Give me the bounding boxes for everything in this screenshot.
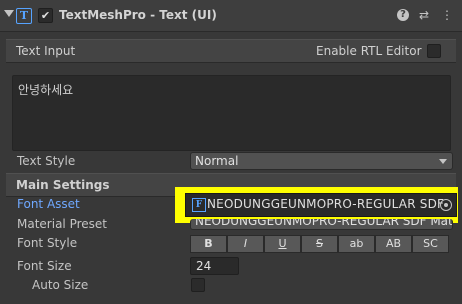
object-picker-icon[interactable] [440, 199, 452, 211]
text-input-section-title: Text Input [16, 44, 76, 58]
underline-button[interactable]: U [264, 235, 301, 253]
rtl-editor-label: Enable RTL Editor [316, 44, 422, 58]
presets-icon[interactable]: ⇄ [417, 8, 431, 22]
font-style-label: Font Style [17, 236, 78, 250]
auto-size-checkbox[interactable] [191, 278, 205, 292]
component-enabled-checkbox[interactable]: ✔ [38, 8, 53, 23]
text-style-value: Normal [195, 154, 239, 168]
uppercase-button[interactable]: AB [375, 235, 412, 253]
rtl-editor-checkbox[interactable] [427, 44, 441, 58]
font-asset-icon: F [192, 198, 206, 212]
context-menu-icon[interactable]: ⋮ [440, 8, 454, 22]
font-asset-label: Font Asset [17, 197, 80, 211]
component-header[interactable]: T ✔ TextMeshPro - Text (UI) ? ⇄ ⋮ [0, 0, 462, 32]
material-preset-label: Material Preset [17, 217, 107, 231]
auto-size-label: Auto Size [32, 278, 89, 292]
font-asset-value: NEODUNGGEUNMOPRO-REGULAR SDF [207, 197, 445, 211]
italic-button[interactable]: I [227, 235, 264, 253]
font-size-field[interactable]: 24 [190, 257, 239, 275]
text-style-dropdown[interactable]: Normal [190, 152, 453, 170]
font-asset-field[interactable]: F NEODUNGGEUNMOPRO-REGULAR SDF [185, 193, 457, 217]
text-input-area[interactable]: 안녕하세요 [12, 75, 451, 151]
font-size-value: 24 [196, 259, 212, 273]
lowercase-button[interactable]: ab [338, 235, 375, 253]
foldout-arrow-icon[interactable] [4, 10, 14, 17]
text-input-section-header: Text Input Enable RTL Editor [6, 39, 456, 63]
text-style-label: Text Style [17, 154, 76, 168]
help-icon[interactable]: ? [397, 9, 409, 21]
bold-button[interactable]: B [190, 235, 227, 253]
font-size-label: Font Size [17, 259, 72, 273]
chevron-down-icon [439, 159, 447, 164]
strikethrough-button[interactable]: S [301, 235, 338, 253]
smallcaps-button[interactable]: SC [412, 235, 449, 253]
material-preset-dropdown[interactable]: NEODUNGGEUNMOPRO-REGULAR SDF Materi [190, 219, 453, 230]
tmp-text-component-icon: T [16, 8, 32, 24]
text-input-value: 안녕하세요 [18, 83, 74, 97]
main-settings-section-title: Main Settings [16, 178, 110, 192]
component-title: TextMeshPro - Text (UI) [59, 8, 217, 22]
material-preset-value: NEODUNGGEUNMOPRO-REGULAR SDF Materi [195, 219, 453, 228]
